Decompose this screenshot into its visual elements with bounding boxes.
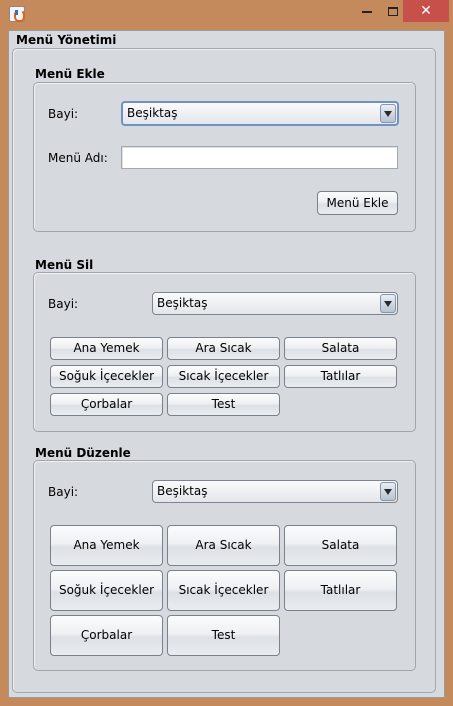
add-branch-value: Beşiktaş [127, 106, 178, 120]
menu-management-panel: Menü Ekle Bayi: Beşiktaş Menü Adı: Menü … [12, 48, 436, 693]
close-icon: ✕ [420, 3, 432, 19]
edit-menu-title: Menü Düzenle [35, 446, 131, 460]
minimize-button[interactable] [354, 0, 380, 22]
java-cup-icon[interactable] [9, 6, 25, 22]
delete-category-button[interactable]: Çorbalar [50, 393, 163, 416]
delete-category-button[interactable]: Test [167, 393, 280, 416]
maximize-icon [388, 6, 398, 16]
edit-category-button[interactable]: Çorbalar [50, 615, 163, 656]
menu-name-label: Menü Adı: [48, 151, 108, 165]
delete-branch-select[interactable]: Beşiktaş [152, 292, 398, 315]
edit-category-button[interactable]: Tatlılar [284, 570, 397, 611]
edit-branch-value: Beşiktaş [157, 484, 208, 498]
add-menu-title: Menü Ekle [35, 67, 105, 81]
delete-menu-title: Menü Sil [35, 258, 94, 272]
chevron-down-icon[interactable] [380, 294, 396, 313]
outer-panel-title: Menü Yönetimi [16, 33, 117, 47]
delete-category-button[interactable]: Salata [284, 337, 397, 360]
edit-category-button[interactable]: Ara Sıcak [167, 525, 280, 566]
delete-category-button[interactable]: Ana Yemek [50, 337, 163, 360]
edit-category-button[interactable]: Salata [284, 525, 397, 566]
minimize-icon [362, 11, 372, 13]
edit-branch-select[interactable]: Beşiktaş [152, 480, 398, 503]
delete-menu-panel: Bayi: Beşiktaş Ana Yemek Ara Sıcak Salat… [33, 272, 416, 432]
edit-category-button[interactable]: Test [167, 615, 280, 656]
edit-category-button[interactable]: Sıcak İçecekler [167, 570, 280, 611]
edit-category-button[interactable]: Soğuk İçecekler [50, 570, 163, 611]
edit-category-button[interactable]: Ana Yemek [50, 525, 163, 566]
add-menu-button[interactable]: Menü Ekle [317, 191, 398, 215]
delete-branch-label: Bayi: [48, 297, 79, 311]
add-branch-select[interactable]: Beşiktaş [121, 101, 399, 126]
title-bar[interactable]: ✕ [0, 0, 453, 27]
content-pane: Menü Yönetimi Menü Ekle Bayi: Beşiktaş M… [8, 30, 445, 698]
add-menu-panel: Bayi: Beşiktaş Menü Adı: Menü Ekle [33, 82, 416, 232]
chevron-down-icon[interactable] [380, 482, 396, 501]
edit-branch-label: Bayi: [48, 485, 79, 499]
delete-category-button[interactable]: Soğuk İçecekler [50, 365, 163, 388]
delete-category-button[interactable]: Ara Sıcak [167, 337, 280, 360]
chevron-down-icon[interactable] [380, 104, 396, 123]
menu-name-input[interactable] [121, 146, 398, 169]
delete-category-button[interactable]: Sıcak İçecekler [167, 365, 280, 388]
delete-branch-value: Beşiktaş [157, 296, 208, 310]
close-button[interactable]: ✕ [403, 0, 449, 22]
add-branch-label: Bayi: [48, 107, 79, 121]
app-window: ✕ Menü Yönetimi Menü Ekle Bayi: Beşiktaş… [0, 0, 453, 706]
edit-menu-panel: Bayi: Beşiktaş Ana Yemek Ara Sıcak Salat… [33, 460, 416, 671]
delete-category-button[interactable]: Tatlılar [284, 365, 397, 388]
